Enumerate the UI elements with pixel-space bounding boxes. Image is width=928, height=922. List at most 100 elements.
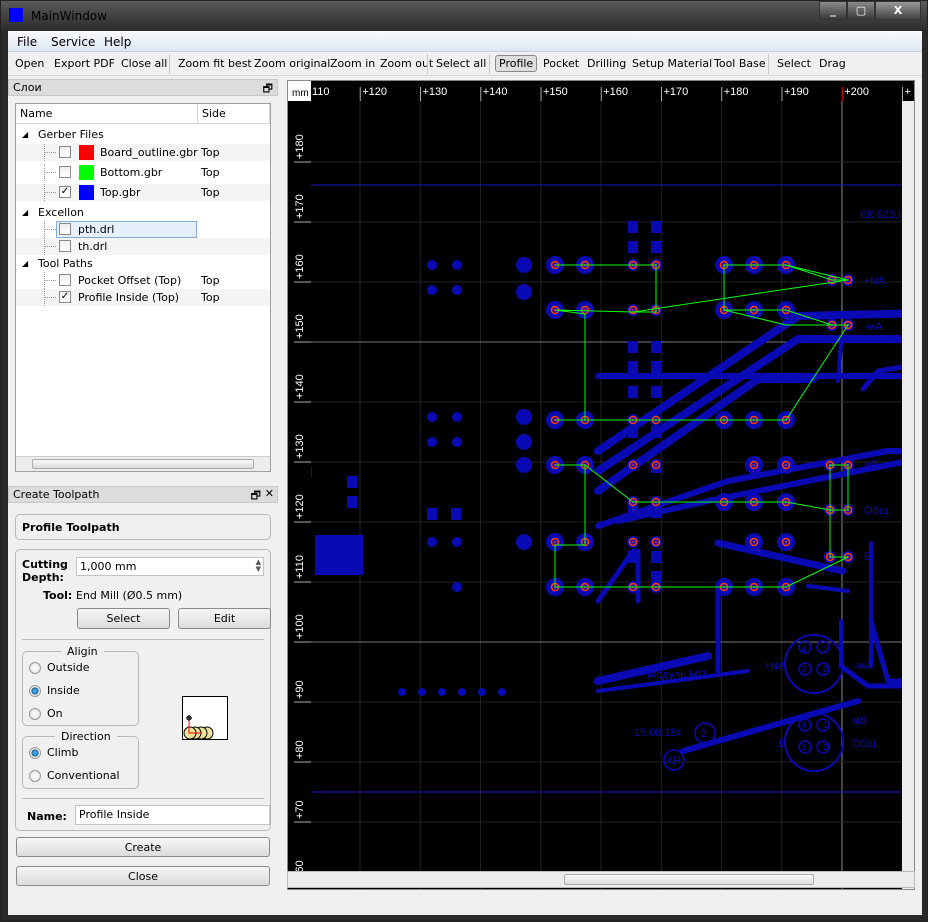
toolbar-drag-button[interactable]: Drag	[816, 56, 849, 71]
close-icon[interactable]: ✕	[265, 487, 274, 500]
tree-group[interactable]: ◢ Gerber Files	[16, 126, 270, 143]
radio-conventional[interactable]	[29, 770, 41, 782]
column-header-name[interactable]: Name	[16, 104, 198, 124]
smd-pad	[315, 535, 363, 575]
toolbar-separator	[768, 54, 769, 74]
menu-help[interactable]: Help	[104, 35, 131, 49]
ruler-unit: mm	[292, 88, 309, 99]
layer-visibility-checkbox[interactable]: ✓	[59, 186, 71, 198]
toolbar-profile-button[interactable]: Profile	[495, 55, 538, 72]
layer-visibility-checkbox[interactable]	[59, 146, 71, 158]
spin-arrows-icon[interactable]: ▲ ▼	[256, 559, 261, 573]
toolbar-zoom-in-button[interactable]: Zoom in	[327, 56, 378, 71]
tree-hscrollbar[interactable]	[16, 456, 270, 471]
layer-visibility-checkbox[interactable]	[59, 166, 71, 178]
create-button[interactable]: Create	[16, 837, 270, 857]
select-tool-button[interactable]: Select	[77, 608, 170, 629]
tree-group[interactable]: ◢ Tool Paths	[16, 255, 270, 272]
pcb-canvas[interactable]: ЕК.623.03.1 +мА -мА мВ Общ. В Модуль МП 15.08.1…	[287, 80, 915, 890]
radio-on[interactable]	[29, 708, 41, 720]
edit-tool-button[interactable]: Edit	[178, 608, 271, 629]
toolbar-select-button[interactable]: Select	[774, 56, 814, 71]
toolbar-zoom-fit-best-button[interactable]: Zoom fit best	[175, 56, 255, 71]
smd-pad	[347, 476, 357, 488]
drill-center	[752, 540, 756, 544]
y-tick-label: +120	[294, 494, 306, 519]
layer-name: Top.gbr	[100, 186, 141, 199]
copper-pad	[398, 688, 406, 696]
drill-center	[654, 463, 658, 467]
radio-outside[interactable]	[29, 662, 41, 674]
pcb-label: мВ	[852, 715, 867, 727]
tree-item[interactable]: ✓ Top.gbr Top	[16, 184, 270, 201]
cutting-depth-label: Cutting Depth:	[22, 558, 68, 584]
pcb-label: Общ.	[852, 738, 879, 750]
tree-item[interactable]: th.drl	[16, 238, 270, 255]
scrollbar-thumb[interactable]	[564, 874, 814, 885]
tree-item[interactable]: Board_outline.gbr Top	[16, 144, 270, 161]
layer-visibility-checkbox[interactable]: ✓	[59, 291, 71, 303]
close-window-button[interactable]: X	[875, 1, 921, 20]
layer-visibility-checkbox[interactable]	[59, 223, 71, 235]
menu-service[interactable]: Service	[51, 35, 95, 49]
copper-pad	[478, 688, 486, 696]
drill-center	[631, 463, 635, 467]
menu-file[interactable]: File	[17, 35, 37, 49]
toolpath-dock-title: Create Toolpath	[13, 488, 100, 501]
toolbar-pocket-button[interactable]: Pocket	[540, 56, 582, 71]
expand-triangle-icon[interactable]: ◢	[22, 259, 28, 268]
layer-name: th.drl	[78, 240, 108, 253]
radio-label[interactable]: On	[47, 707, 63, 720]
toolbar-separator	[489, 54, 490, 74]
layer-side: Top	[201, 146, 220, 159]
copper-pad	[438, 688, 446, 696]
toolbar-tool-base-button[interactable]: Tool Base	[711, 56, 769, 71]
copper-pad	[452, 537, 462, 547]
name-input[interactable]: Profile Inside	[75, 805, 270, 825]
layer-visibility-checkbox[interactable]	[59, 274, 71, 286]
radio-label[interactable]: Conventional	[47, 769, 120, 782]
canvas-hscrollbar[interactable]	[287, 871, 915, 888]
minimize-button[interactable]: _	[819, 1, 847, 20]
drill-center	[654, 540, 658, 544]
layer-visibility-checkbox[interactable]	[59, 240, 71, 252]
y-tick-label: +90	[294, 680, 306, 699]
toolbar-close-all-button[interactable]: Close all	[118, 56, 170, 71]
x-tick-label: +160	[603, 86, 628, 98]
toolbar-setup-material-button[interactable]: Setup Material	[629, 56, 715, 71]
layer-side: Top	[201, 274, 220, 287]
layer-side: Top	[201, 291, 220, 304]
radio-inside[interactable]	[29, 685, 41, 697]
smd-pad	[628, 551, 638, 563]
tree-item[interactable]: Pocket Offset (Top) Top	[16, 272, 270, 289]
tree-group[interactable]: ◢ Excellon	[16, 204, 270, 221]
radio-label[interactable]: Outside	[47, 661, 89, 674]
layer-side: Top	[201, 166, 220, 179]
drill-center	[752, 463, 756, 467]
toolbar-export-pdf-button[interactable]: Export PDF	[51, 56, 118, 71]
align-title: Aligin	[61, 645, 104, 658]
tree-item[interactable]: ✓ Profile Inside (Top) Top	[16, 289, 270, 306]
x-tick-label: +120	[362, 86, 387, 98]
tree-item[interactable]: pth.drl	[16, 221, 270, 238]
toolbar-select-all-button[interactable]: Select all	[433, 56, 489, 71]
tree-item[interactable]: Bottom.gbr Top	[16, 164, 270, 181]
toolbar-zoom-original-button[interactable]: Zoom original	[251, 56, 333, 71]
column-header-side[interactable]: Side	[198, 104, 270, 124]
toolbar-drilling-button[interactable]: Drilling	[584, 56, 629, 71]
cutting-depth-spinbox[interactable]: 1,000 mm ▲ ▼	[76, 557, 264, 576]
toolbar-open-button[interactable]: Open	[12, 56, 47, 71]
expand-triangle-icon[interactable]: ◢	[22, 130, 28, 139]
close-button[interactable]: Close	[16, 866, 270, 886]
smd-pad	[651, 551, 661, 563]
radio-climb[interactable]	[29, 747, 41, 759]
expand-triangle-icon[interactable]: ◢	[22, 208, 28, 217]
copper-pad	[452, 260, 462, 270]
radio-label[interactable]: Inside	[47, 684, 80, 697]
maximize-button[interactable]: ▢	[847, 1, 875, 20]
float-icon[interactable]: 🗗	[263, 80, 273, 99]
scrollbar-thumb[interactable]	[32, 459, 254, 469]
smd-pad	[651, 361, 661, 373]
radio-label[interactable]: Climb	[47, 746, 79, 759]
pcb-label: 2	[823, 664, 828, 674]
